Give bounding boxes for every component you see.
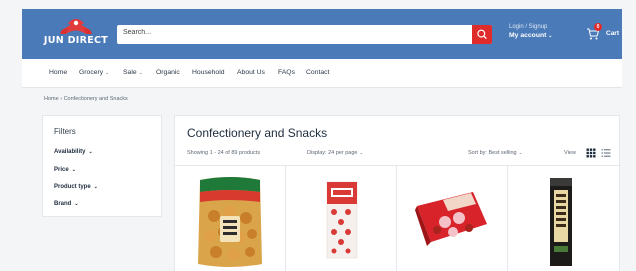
brand-logo[interactable]: JUN DIRECT: [40, 17, 112, 53]
search-input[interactable]: [123, 29, 463, 36]
nav-item-home[interactable]: Home: [49, 69, 67, 76]
nav-label: Organic: [156, 69, 180, 76]
nav-label: Sale: [123, 69, 137, 76]
nav-item-faqs[interactable]: FAQs: [278, 69, 295, 76]
search-bar: [117, 25, 492, 44]
nav-item-contact[interactable]: Contact: [306, 69, 329, 76]
sort-label: Sort by: Best selling: [468, 150, 517, 156]
nav-label: Grocery: [79, 69, 104, 76]
nav-item-sale[interactable]: Sale ⌄: [123, 69, 143, 76]
filter-price[interactable]: Price ⌄: [54, 167, 76, 173]
chevron-down-icon: ⌄: [88, 149, 93, 155]
list-view-icon[interactable]: [601, 148, 611, 158]
login-signup-link[interactable]: Login / Signup: [509, 24, 552, 30]
filter-brand[interactable]: Brand ⌄: [54, 201, 79, 207]
nav-item-organic[interactable]: Organic: [156, 69, 180, 76]
product-image[interactable]: [413, 188, 491, 248]
chevron-down-icon: ⌄: [548, 33, 553, 39]
per-page-label: Display: 24 per page: [307, 150, 358, 156]
filter-product-type[interactable]: Product type ⌄: [54, 184, 98, 190]
filters-panel: Filters Availability ⌄ Price ⌄ Product typ…: [42, 115, 162, 217]
chevron-down-icon: ⌄: [74, 201, 79, 207]
product-image[interactable]: [546, 176, 576, 268]
page-title: Confectionery and Snacks: [187, 126, 328, 140]
cart-count-badge: 0: [594, 23, 602, 31]
product-card[interactable]: [175, 166, 286, 271]
grid-view-icon[interactable]: [586, 148, 596, 158]
product-count-text: Showing 1 - 24 of 89 products: [187, 150, 261, 156]
product-image[interactable]: [194, 176, 266, 271]
sort-dropdown[interactable]: Sort by: Best selling ⌄: [468, 150, 522, 156]
filter-label: Availability: [54, 149, 86, 155]
breadcrumb: Home › Confectionery and Snacks: [44, 96, 128, 102]
product-card[interactable]: [397, 166, 508, 271]
filter-availability[interactable]: Availability ⌄: [54, 149, 93, 155]
per-page-dropdown[interactable]: Display: 24 per page ⌄: [307, 150, 363, 156]
view-label: View: [564, 150, 576, 156]
nav-item-household[interactable]: Household: [192, 69, 225, 76]
filter-label: Price: [54, 167, 69, 173]
cart-label: Cart: [606, 30, 620, 37]
filter-label: Product type: [54, 184, 91, 190]
chevron-down-icon: ⌄: [71, 167, 76, 173]
product-grid: [175, 166, 621, 271]
nav-item-grocery[interactable]: Grocery ⌄: [79, 69, 109, 76]
product-image[interactable]: [324, 180, 360, 260]
nav-label: Home: [49, 69, 68, 76]
nav-label: About Us: [237, 69, 265, 76]
breadcrumb-separator: ›: [60, 96, 63, 102]
product-card[interactable]: [286, 166, 397, 271]
filters-title: Filters: [54, 127, 76, 136]
chevron-down-icon: ⌄: [359, 150, 364, 155]
chevron-down-icon: ⌄: [105, 70, 110, 76]
site-header: JUN DIRECT Login / Signup My account ⌄ 0…: [22, 9, 622, 59]
collection-panel: Confectionery and Snacks Showing 1 - 24 …: [174, 115, 621, 271]
collection-toolbar: Showing 1 - 24 of 89 products Display: 2…: [175, 146, 621, 166]
breadcrumb-current: Confectionery and Snacks: [63, 96, 128, 102]
account-menu[interactable]: Login / Signup My account ⌄: [509, 24, 552, 39]
product-card[interactable]: [508, 166, 619, 271]
search-icon: [477, 29, 487, 39]
nav-label: Contact: [306, 69, 330, 76]
nav-item-about-us[interactable]: About Us: [237, 69, 265, 76]
logo-text: JUN DIRECT: [43, 35, 109, 46]
cart-button[interactable]: 0 Cart: [584, 23, 624, 44]
nav-label: Household: [192, 69, 225, 76]
my-account-dropdown[interactable]: My account ⌄: [509, 32, 552, 39]
my-account-label: My account: [509, 32, 547, 39]
chevron-down-icon: ⌄: [138, 70, 143, 76]
search-button[interactable]: [472, 25, 492, 44]
filter-label: Brand: [54, 201, 72, 207]
chevron-down-icon: ⌄: [93, 184, 98, 190]
main-navigation: Home Grocery ⌄ Sale ⌄ Organic Household Ab…: [22, 59, 622, 88]
chevron-down-icon: ⌄: [518, 150, 523, 155]
nav-label: FAQs: [278, 69, 295, 76]
breadcrumb-home-link[interactable]: Home: [44, 96, 59, 102]
